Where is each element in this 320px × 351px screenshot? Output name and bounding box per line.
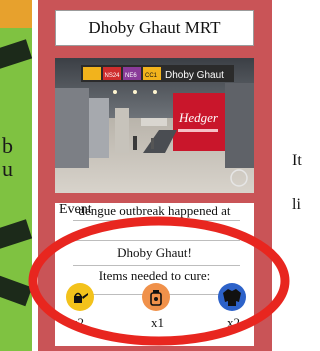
location-title: Dhoby Ghaut MRT — [55, 10, 254, 46]
station-photo-illustration: NS24 NE6 CC1 Dhoby Ghaut Hedger — [55, 58, 254, 193]
items-needed-heading: Items needed to cure: — [98, 268, 211, 283]
item-quantity-repellent: x1 — [151, 315, 164, 330]
left-fragment-text-2: u — [2, 156, 13, 181]
line-code-1: NS24 — [105, 73, 121, 79]
long-sleeve-shirt-icon[interactable] — [218, 283, 246, 311]
insect-repellent-icon[interactable] — [142, 283, 170, 311]
event-description: dengue outbreak happened at — [78, 203, 231, 218]
line-code-3: CC1 — [145, 73, 158, 79]
adjacent-board-fragment: b u — [0, 0, 32, 351]
station-sign-name: Dhoby Ghaut — [165, 70, 224, 81]
event-location: Dhoby Ghaut! — [117, 245, 192, 260]
event-panel: Event dengue outbreak happened at Dhoby … — [55, 203, 254, 346]
location-card[interactable]: Dhoby Ghaut MRT NS24 NE6 CC1 Dhoby Ghaut… — [38, 0, 272, 351]
line-code-2: NE6 — [125, 73, 137, 79]
station-photo: NS24 NE6 CC1 Dhoby Ghaut Hedger — [55, 58, 254, 193]
advert-text: Hedger — [178, 110, 219, 125]
right-fragment-text-2: li — [292, 196, 301, 213]
right-fragment-text-1: It — [292, 152, 302, 169]
item-quantity-shirt: x2 — [227, 315, 240, 330]
left-fragment-text-1: b — [2, 133, 13, 158]
watering-can-icon[interactable] — [66, 283, 94, 311]
item-quantity-watering-can: x2 — [71, 315, 84, 330]
